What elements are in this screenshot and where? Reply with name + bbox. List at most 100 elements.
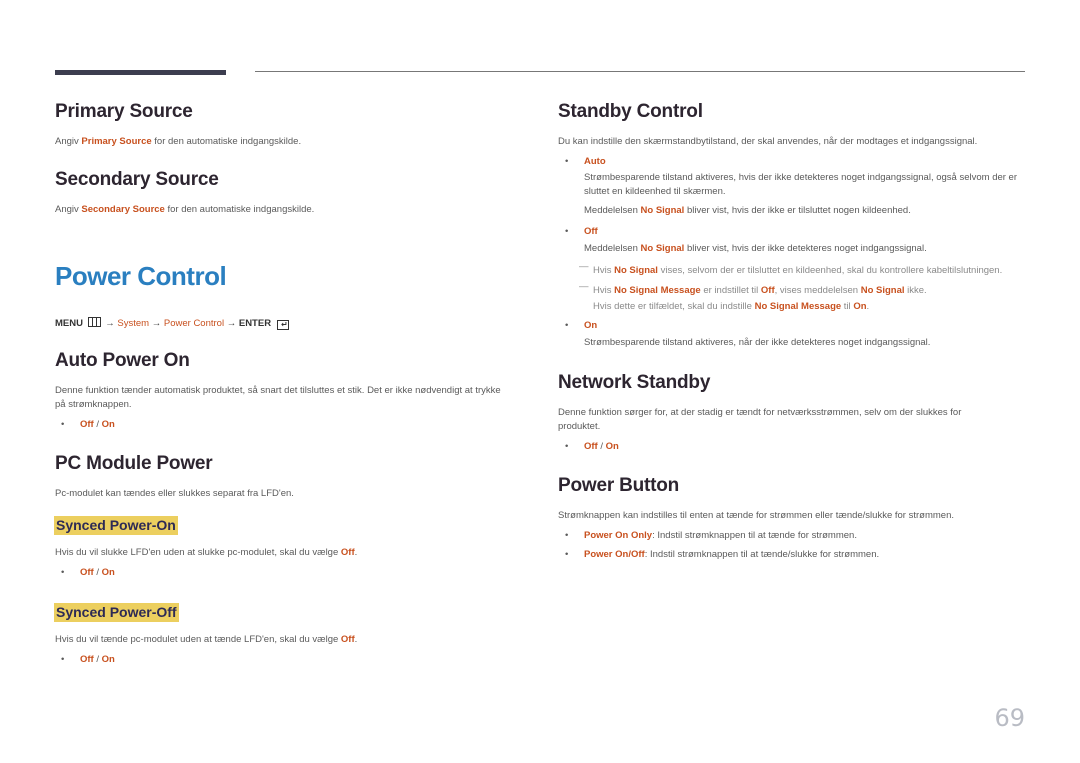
note-icon: — bbox=[579, 261, 589, 272]
note-check-cable: — Hvis No Signal vises, selvom der er til… bbox=[579, 261, 1003, 278]
off-term: Off bbox=[760, 285, 775, 296]
bullet-icon: • bbox=[565, 226, 569, 237]
off-message: Meddelelsen No Signal bliver vist, hvis … bbox=[584, 242, 927, 256]
power-on-off-label: Power On/Off bbox=[584, 549, 645, 560]
off-label: Off bbox=[584, 226, 598, 237]
text: Hvis du vil slukke LFD'en uden at slukke… bbox=[55, 547, 341, 558]
secondary-source-text: Angiv Secondary Source for den automatis… bbox=[55, 203, 314, 217]
option-off: Off bbox=[584, 441, 598, 452]
arrow-icon: → bbox=[105, 318, 115, 329]
option-on: On bbox=[605, 441, 619, 452]
no-signal-term: No Signal bbox=[640, 243, 685, 254]
enter-icon: ↵ bbox=[276, 320, 289, 330]
menu-path-system: System bbox=[117, 318, 150, 329]
auto-power-on-text: Denne funktion tænder automatisk produkt… bbox=[55, 385, 501, 410]
primary-source-text: Angiv Primary Source for den automatiske… bbox=[55, 135, 301, 149]
power-button-text: Strømknappen kan indstilles til enten at… bbox=[558, 510, 954, 521]
option-off: Off bbox=[80, 654, 94, 665]
power-button-heading: Power Button bbox=[558, 475, 680, 496]
synced-power-on-term: Off bbox=[340, 547, 355, 558]
network-standby-text: Denne funktion sørger for, at der stadig… bbox=[558, 407, 962, 432]
power-button-option-on-off: • Power On/Off: Indstil strømknappen til … bbox=[565, 548, 879, 562]
text: ikke. bbox=[904, 285, 927, 296]
menu-path: MENU → System → Power Control → ENTER ↵ bbox=[55, 317, 289, 330]
text: for den automatiske indgangskilde. bbox=[151, 136, 302, 147]
bullet-icon: • bbox=[61, 567, 65, 578]
secondary-source-heading: Secondary Source bbox=[55, 169, 219, 190]
enter-label: ENTER bbox=[238, 318, 272, 329]
page-number: 69 bbox=[994, 704, 1025, 732]
text: Hvis bbox=[593, 285, 615, 296]
text: Hvis dette er tilfældet, skal du indstil… bbox=[593, 301, 755, 312]
standby-control-heading: Standby Control bbox=[558, 101, 703, 122]
separator: / bbox=[93, 419, 102, 430]
note-set-message-on: Hvis dette er tilfældet, skal du indstil… bbox=[593, 300, 869, 314]
primary-source-heading: Primary Source bbox=[55, 101, 193, 122]
option-on: On bbox=[101, 567, 115, 578]
secondary-source-term: Secondary Source bbox=[81, 204, 165, 215]
on-description: Strømbesparende tilstand aktiveres, når … bbox=[584, 337, 931, 348]
arrow-icon: → bbox=[226, 318, 237, 329]
header-rule-thick bbox=[55, 70, 226, 75]
menu-path-power-control: Power Control bbox=[163, 318, 225, 329]
no-signal-message-term: No Signal Message bbox=[614, 285, 701, 296]
auto-description: Strømbesparende tilstand aktiveres, hvis… bbox=[584, 172, 1018, 197]
power-button-option-on-only: • Power On Only: Indstil strømknappen til… bbox=[565, 529, 857, 543]
arrow-icon: → bbox=[151, 318, 162, 329]
power-control-title: Power Control bbox=[55, 261, 227, 291]
synced-power-off-term: Off bbox=[340, 634, 355, 645]
auto-message: Meddelelsen No Signal bliver vist, hvis … bbox=[584, 204, 911, 218]
separator: / bbox=[597, 441, 606, 452]
no-signal-message-term: No Signal Message bbox=[754, 301, 842, 312]
text: . bbox=[354, 547, 358, 558]
standby-control-text: Du kan indstille den skærmstandbytilstan… bbox=[558, 136, 978, 147]
synced-power-on-heading: Synced Power-On bbox=[54, 516, 178, 535]
synced-power-on-text: Hvis du vil slukke LFD'en uden at slukke… bbox=[55, 546, 357, 560]
text: bliver vist, hvis der ikke er tilsluttet… bbox=[684, 205, 911, 216]
text: Hvis du vil tænde pc-modulet uden at tæn… bbox=[55, 634, 341, 645]
text: for den automatiske indgangskilde. bbox=[164, 204, 315, 215]
text: . bbox=[866, 301, 870, 312]
text: Meddelelsen bbox=[584, 243, 641, 254]
synced-power-off-heading: Synced Power-Off bbox=[54, 603, 179, 622]
auto-power-on-heading: Auto Power On bbox=[55, 350, 190, 371]
text: Angiv bbox=[55, 136, 82, 147]
option-off: Off bbox=[80, 419, 94, 430]
bullet-icon: • bbox=[565, 530, 569, 541]
on-label: On bbox=[584, 320, 598, 331]
header-rule-thin bbox=[255, 71, 1025, 72]
separator: / bbox=[93, 567, 102, 578]
text: Meddelelsen bbox=[584, 205, 641, 216]
synced-power-on-options: • Off / On bbox=[61, 566, 115, 580]
text: bliver vist, hvis der ikke detekteres no… bbox=[684, 243, 927, 254]
network-standby-options: • Off / On bbox=[565, 440, 619, 454]
pc-module-power-text: Pc-modulet kan tændes eller slukkes sepa… bbox=[55, 488, 294, 499]
note-no-signal-message: — Hvis No Signal Message er indstillet ti… bbox=[579, 281, 927, 298]
option-on: On bbox=[101, 419, 115, 430]
synced-power-off-options: • Off / On bbox=[61, 653, 115, 667]
primary-source-term: Primary Source bbox=[81, 136, 152, 147]
note-icon: — bbox=[579, 281, 589, 292]
text: vises, selvom der er tilsluttet en kilde… bbox=[657, 265, 1003, 276]
menu-icon bbox=[87, 317, 101, 327]
synced-power-off-text: Hvis du vil tænde pc-modulet uden at tæn… bbox=[55, 633, 357, 647]
bullet-icon: • bbox=[565, 549, 569, 560]
on-term: On bbox=[853, 301, 867, 312]
auto-power-on-options: • Off / On bbox=[61, 418, 115, 432]
text: : Indstil strømknappen til at tænde for … bbox=[652, 530, 857, 541]
option-off: Off bbox=[80, 567, 94, 578]
option-on: On bbox=[101, 654, 115, 665]
bullet-icon: • bbox=[565, 320, 569, 331]
auto-label: Auto bbox=[584, 156, 606, 167]
bullet-icon: • bbox=[61, 654, 65, 665]
text: Hvis bbox=[593, 265, 615, 276]
separator: / bbox=[93, 654, 102, 665]
no-signal-term: No Signal bbox=[640, 205, 685, 216]
text: er indstillet til bbox=[700, 285, 761, 296]
network-standby-heading: Network Standby bbox=[558, 372, 711, 393]
no-signal-term: No Signal bbox=[614, 265, 658, 276]
bullet-icon: • bbox=[565, 441, 569, 452]
pc-module-power-heading: PC Module Power bbox=[55, 453, 213, 474]
bullet-icon: • bbox=[565, 156, 569, 167]
text: , vises meddelelsen bbox=[774, 285, 861, 296]
